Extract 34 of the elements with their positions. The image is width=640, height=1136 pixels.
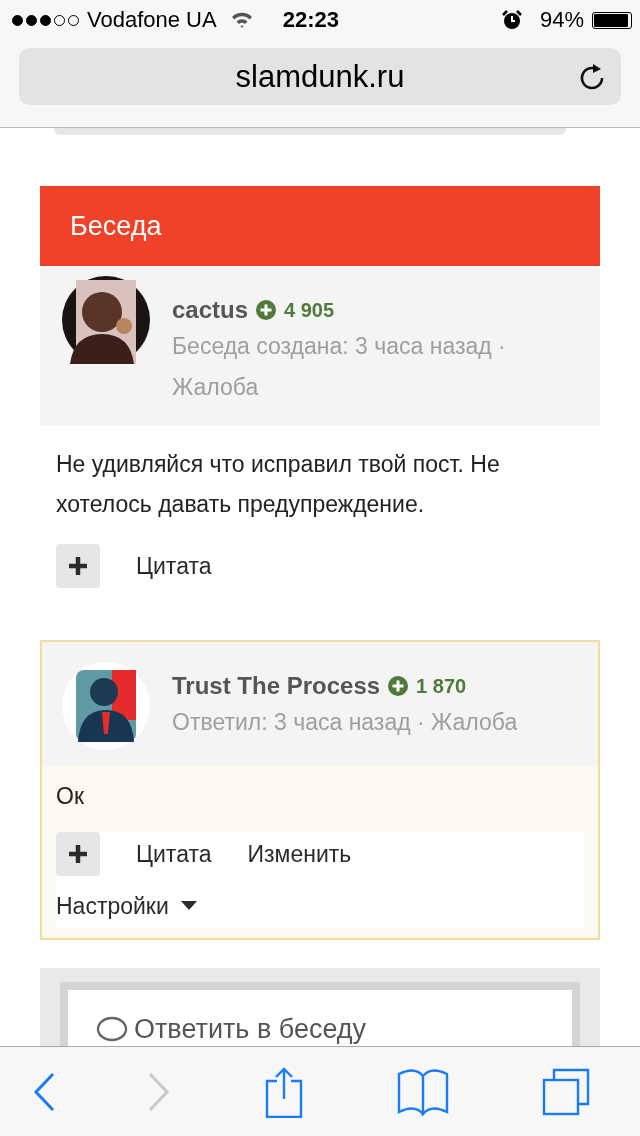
reload-icon[interactable]	[579, 62, 605, 90]
battery-icon	[592, 11, 632, 29]
share-button[interactable]	[263, 1065, 304, 1118]
like-button[interactable]	[56, 544, 100, 588]
author-link[interactable]: cactus	[172, 296, 249, 324]
options-dropdown[interactable]: Настройки	[56, 884, 197, 928]
plus-circle-icon	[256, 300, 277, 320]
plus-icon	[68, 556, 88, 576]
action-link[interactable]: Изменить	[247, 832, 352, 876]
carrier-name: Vodafone UA	[87, 7, 217, 33]
bookmarks-button[interactable]	[396, 1067, 449, 1116]
plus-circle-icon	[388, 676, 409, 696]
back-button[interactable]	[33, 1071, 55, 1112]
plus-icon	[68, 844, 88, 864]
caret-icon	[180, 901, 197, 911]
reputation-score: 1 870	[416, 674, 467, 698]
message-text: Не удивляйся что исправил твой пост. Не хотелось давать предупреждение.	[56, 450, 501, 519]
address-bar[interactable]: slamdunk.ru	[19, 48, 621, 105]
author-link[interactable]: Trust The Process	[172, 672, 381, 700]
message-text: Ок	[56, 782, 85, 811]
tabs-button[interactable]	[542, 1067, 590, 1116]
reply-link[interactable]: Ответить в беседу	[134, 1014, 367, 1045]
speech-bubble-icon	[96, 1015, 128, 1044]
action-link[interactable]: Цитата	[136, 544, 212, 588]
post-meta: Ответил: 3 часа назад ·	[172, 709, 425, 735]
like-button[interactable]	[56, 832, 100, 876]
section-header: Беседа	[40, 186, 600, 266]
alarm-icon	[501, 10, 522, 30]
wifi-icon	[230, 12, 253, 28]
action-link[interactable]: Цитата	[136, 832, 212, 876]
battery-percent: 94%	[539, 7, 584, 33]
clock-time: 22:23	[282, 7, 339, 33]
reputation-score: 4 905	[284, 298, 335, 322]
post-meta: Беседа создана: 3 часа назад ·	[172, 333, 506, 359]
